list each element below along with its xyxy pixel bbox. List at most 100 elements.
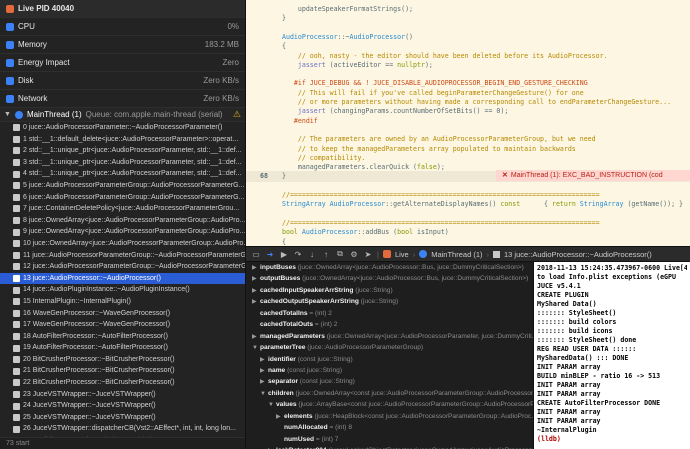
stack-frame-row[interactable]: 3 std::__1::unique_ptr<juce::AudioProces… (0, 157, 245, 169)
chevron-down-icon[interactable]: ▼ (252, 343, 260, 353)
memory-graph-icon[interactable]: ⚙ (349, 249, 359, 259)
continue-icon[interactable]: ▶ (279, 249, 289, 259)
crumb-frame[interactable]: 13 juce::AudioProcessor::~AudioProcessor… (504, 250, 652, 259)
gauge-row[interactable]: Memory 183.2 MB (0, 36, 245, 54)
variable-row[interactable]: ▶ separator (const juce::String) (246, 376, 533, 387)
stack-frame-row[interactable]: 12 juce::AudioProcessorParameterGroup::~… (0, 261, 245, 273)
stack-frame-row[interactable]: 17 WaveGenProcessor::~WaveGenProcessor() (0, 319, 245, 331)
variable-row[interactable]: ▶ cachedOutputSpeakerArrString (juce::Str… (246, 296, 533, 307)
gauge-row[interactable]: Disk Zero KB/s (0, 72, 245, 90)
view-hierarchy-icon[interactable]: ⧉ (335, 249, 345, 259)
variable-row[interactable]: cachedTotalOuts = (int) 2 (246, 319, 533, 330)
chevron-right-icon[interactable]: ▶ (252, 263, 260, 273)
chevron-right-icon[interactable]: ▶ (252, 274, 260, 284)
stack-frame-row[interactable]: 23 JuceVSTWrapper::~JuceVSTWrapper() (0, 389, 245, 401)
chevron-down-icon[interactable]: ▼ (260, 389, 268, 399)
stack-frame-row[interactable]: 22 BitCrusherProcessor::~BitCrusherProce… (0, 377, 245, 389)
stack-frame-row[interactable]: 11 juce::AudioProcessorParameterGroup::~… (0, 250, 245, 262)
stack-frame-label: 13 juce::AudioProcessor::~AudioProcessor… (23, 274, 161, 282)
stack-frame-row[interactable]: 10 juce::OwnedArray<juce::AudioProcessor… (0, 238, 245, 250)
simulate-location-icon[interactable]: ➤ (363, 249, 373, 259)
gauge-row[interactable]: Live PID 40040 (0, 0, 245, 18)
variable-row[interactable]: ▶ elements (juce::HeapBlock<const juce::A… (246, 411, 533, 422)
variable-name: parameterTree (260, 344, 306, 352)
stack-frame-row[interactable]: 6 juce::AudioProcessorParameterGroup::Au… (0, 192, 245, 204)
stack-frame-row[interactable]: 5 juce::AudioProcessorParameterGroup::Au… (0, 180, 245, 192)
stack-frame-row[interactable]: 2 std::__1::unique_ptr<juce::AudioProces… (0, 145, 245, 157)
variable-row[interactable]: ▶ identifier (const juce::String) (246, 354, 533, 365)
crumb-separator: | (377, 249, 379, 259)
stack-frame-label: 19 AutoFilterProcessor::~AutoFilterProce… (23, 344, 168, 352)
step-over-icon[interactable]: ↷ (293, 249, 303, 259)
variable-row[interactable]: ▼ values (juce::ArrayBase<const juce::Aud… (246, 399, 533, 410)
stack-frame-row[interactable]: 21 BitCrusherProcessor::~BitCrusherProce… (0, 365, 245, 377)
frame-icon (13, 298, 20, 306)
stack-frame-row[interactable]: 8 juce::OwnedArray<juce::AudioProcessorP… (0, 215, 245, 227)
frame-icon (13, 124, 20, 132)
chevron-right-icon[interactable]: ▶ (252, 332, 260, 342)
stack-frame-row[interactable]: 7 juce::ContainerDeletePolicy<juce::Audi… (0, 203, 245, 215)
gauge-row[interactable]: CPU 0% (0, 18, 245, 36)
variable-row[interactable]: ▼ children (juce::OwnedArray<const juce::… (246, 388, 533, 399)
stack-frame-label: 3 std::__1::unique_ptr<juce::AudioProces… (23, 158, 242, 166)
source-editor[interactable]: {bool AudioProcessor::addBus (bool isInp… (246, 0, 690, 246)
variable-row[interactable]: ▶leakDetector804 (juce::LeakedObjectDete… (246, 445, 533, 449)
debug-console[interactable]: 2018-11-13 15:24:35.473967-0600 Live[400… (533, 262, 690, 449)
gauge-row[interactable]: Energy Impact Zero (0, 54, 245, 72)
stack-frame-row[interactable]: 0 juce::AudioProcessorParameter::~AudioP… (0, 122, 245, 134)
chevron-right-icon[interactable]: ▶ (260, 366, 268, 376)
stack-frame-row[interactable]: 15 InternalPlugin::~InternalPlugin() (0, 296, 245, 308)
stack-frame-label: 12 juce::AudioProcessorParameterGroup::~… (23, 263, 245, 271)
stack-frame-label: 22 BitCrusherProcessor::~BitCrusherProce… (23, 379, 175, 387)
toggle-debug-area-icon[interactable]: ▭ (251, 249, 261, 259)
variable-row[interactable]: numAllocated = (int) 8 (246, 422, 533, 433)
stack-frame-row[interactable]: 16 WaveGenProcessor::~WaveGenProcessor() (0, 308, 245, 320)
breakpoints-toggle-icon[interactable]: ➜ (265, 249, 275, 259)
step-out-icon[interactable]: ↑ (321, 249, 331, 259)
error-icon: ✕ (502, 172, 508, 179)
disclosure-triangle-icon[interactable]: ▼ (4, 111, 11, 118)
console-line: 2018-11-13 15:24:35.473967-0600 Live[400… (537, 264, 687, 272)
warning-icon: ⚠ (232, 109, 241, 119)
crumb-thread[interactable]: MainThread (1) (431, 250, 482, 259)
stack-frame-row[interactable]: 25 JuceVSTWrapper::~JuceVSTWrapper() (0, 412, 245, 424)
stack-frame-row[interactable]: 4 std::__1::unique_ptr<juce::AudioProces… (0, 168, 245, 180)
chevron-right-icon[interactable]: ▶ (252, 297, 260, 307)
variable-row[interactable]: ▶ cachedInputSpeakerArrString (juce::Stri… (246, 285, 533, 296)
console-line: MySharedData() ::: DONE (537, 354, 629, 362)
stack-frame-row[interactable]: 20 BitCrusherProcessor::~BitCrusherProce… (0, 354, 245, 366)
variable-type: = (int) 7 (315, 435, 339, 443)
stack-frame-row[interactable]: 1 std::__1::default_delete<juce::AudioPr… (0, 134, 245, 146)
variable-row[interactable]: ▶ inputBuses (juce::OwnedArray<juce::Audi… (246, 262, 533, 273)
frame-icon (13, 205, 20, 213)
stack-frame-row[interactable]: 14 juce::AudioPluginInstance::~AudioPlug… (0, 284, 245, 296)
issue-badge[interactable]: ✕ MainThread (1): EXC_BAD_INSTRUCTION (c… (496, 170, 690, 181)
chevron-down-icon[interactable]: ▼ (268, 400, 276, 410)
chevron-right-icon[interactable]: ▶ (252, 286, 260, 296)
stack-frame-row[interactable]: 24 JuceVSTWrapper::~JuceVSTWrapper() (0, 400, 245, 412)
variable-type: (juce::String) (355, 286, 393, 294)
stack-frame-row[interactable]: 9 juce::OwnedArray<juce::AudioProcessorP… (0, 226, 245, 238)
chevron-right-icon[interactable]: ▶ (260, 355, 268, 365)
variable-row[interactable]: ▶ managedParameters (juce::OwnedArray<juc… (246, 331, 533, 342)
variable-row[interactable]: numUsed = (int) 7 (246, 434, 533, 445)
variable-row[interactable]: ▶ name (const juce::String) (246, 365, 533, 376)
thread-row[interactable]: ▼ MainThread (1) Queue: com.apple.main-t… (0, 108, 245, 122)
gauge-row[interactable]: Network Zero KB/s (0, 90, 245, 108)
stack-frame-row[interactable]: 26 JuceVSTWrapper::dispatcherCB(Vst2::AE… (0, 423, 245, 435)
crumb-process[interactable]: Live (395, 250, 409, 259)
variable-type: = (int) 2 (314, 321, 338, 329)
stack-frame-row[interactable]: 13 juce::AudioProcessor::~AudioProcessor… (0, 272, 245, 285)
stack-frame-label: 10 juce::OwnedArray<juce::AudioProcessor… (23, 239, 245, 247)
variable-row[interactable]: ▼ parameterTree (juce::AudioProcessorPara… (246, 342, 533, 353)
stack-frame-row[interactable]: 18 AutoFilterProcessor::~AutoFilterProce… (0, 331, 245, 343)
thread-footer[interactable]: 73 start (0, 437, 245, 449)
variable-row[interactable]: ▶ outputBuses (juce::OwnedArray<juce::Aud… (246, 273, 533, 284)
code-line[interactable]: updateSpeakerFormatStrings(); (246, 4, 690, 15)
frame-icon (13, 193, 20, 201)
variable-row[interactable]: cachedTotalIns = (int) 2 (246, 308, 533, 319)
chevron-right-icon[interactable]: ▶ (276, 412, 284, 422)
step-in-icon[interactable]: ↓ (307, 249, 317, 259)
chevron-right-icon[interactable]: ▶ (260, 377, 268, 387)
stack-frame-row[interactable]: 19 AutoFilterProcessor::~AutoFilterProce… (0, 342, 245, 354)
